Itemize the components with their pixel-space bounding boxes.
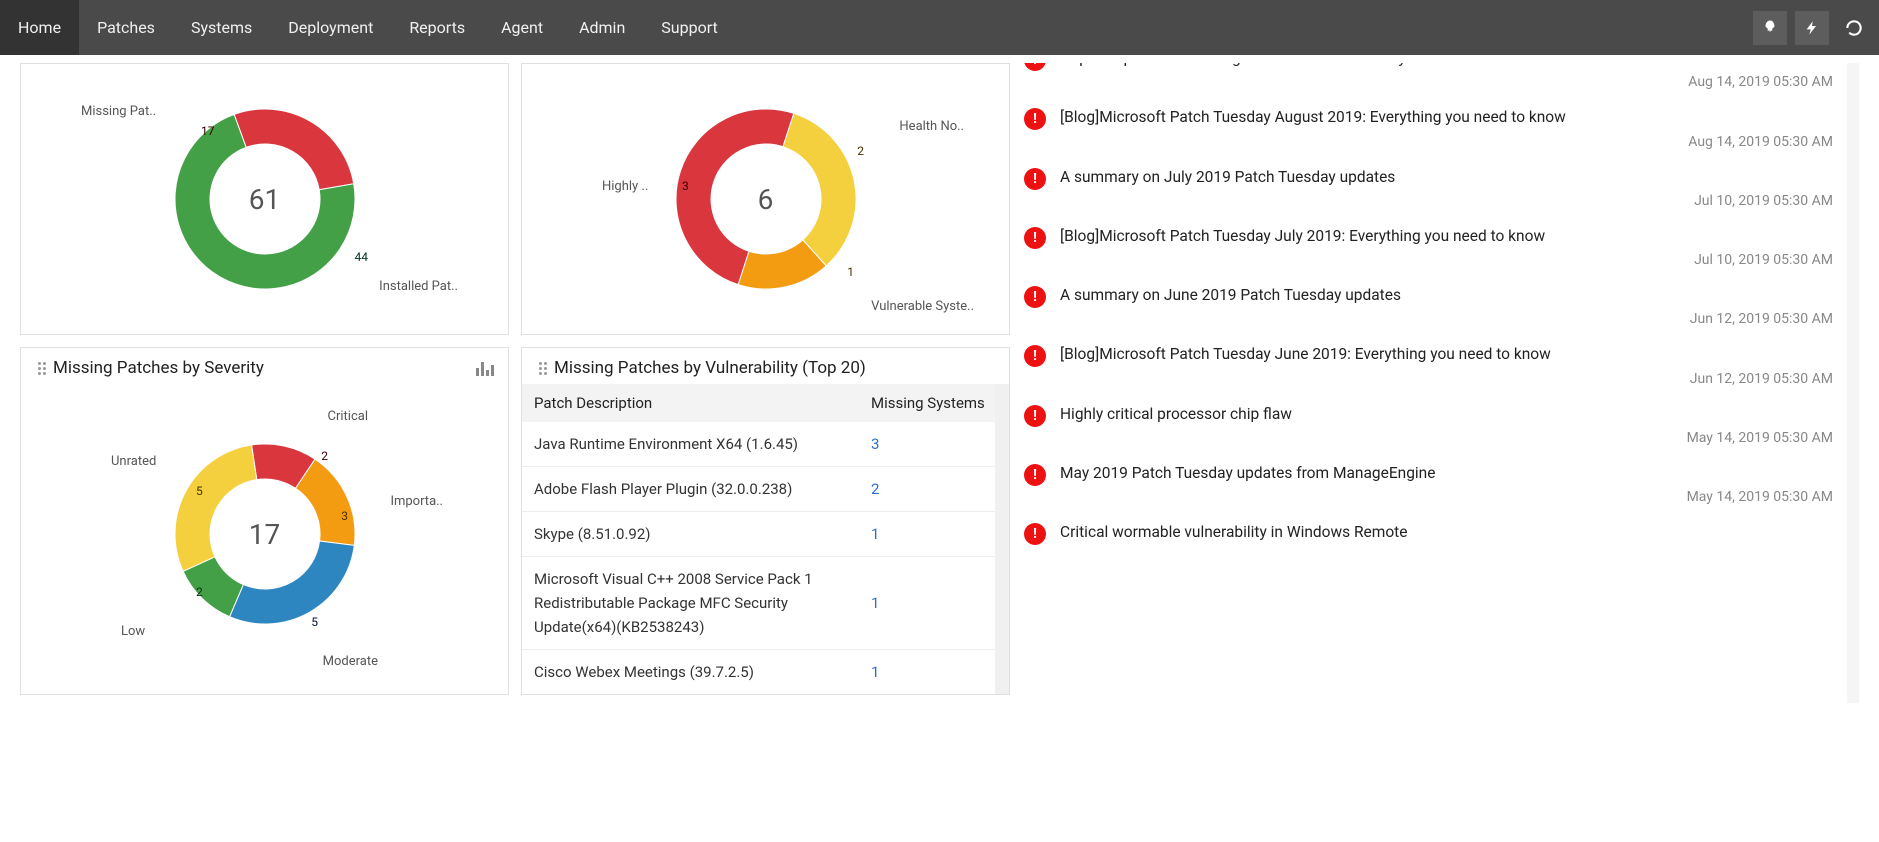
rocket-icon[interactable] [1753, 11, 1787, 45]
nav-reports[interactable]: Reports [391, 0, 483, 55]
feed-date: Aug 14, 2019 05:30 AM [1060, 134, 1833, 150]
nav-deployment[interactable]: Deployment [270, 0, 391, 55]
news-feed[interactable]: ! A quick update on the August 2019 Patc… [1024, 63, 1833, 703]
patch-status-card: 61Missing Pat..Installed Pat..1744 [20, 63, 509, 335]
feed-item[interactable]: ! [Blog]Microsoft Patch Tuesday June 201… [1024, 333, 1833, 392]
patch-status-chart: 61Missing Pat..Installed Pat..1744 [21, 64, 508, 334]
system-health-card: 6Highly ..Health No..Vulnerable Syste..3… [521, 63, 1010, 335]
feed-title: A summary on June 2019 Patch Tuesday upd… [1060, 284, 1833, 307]
feed-title: A summary on July 2019 Patch Tuesday upd… [1060, 166, 1833, 189]
feed-item[interactable]: ! A summary on June 2019 Patch Tuesday u… [1024, 274, 1833, 333]
alert-icon: ! [1024, 464, 1046, 486]
feed-date: Jun 12, 2019 05:30 AM [1060, 371, 1833, 387]
alert-icon: ! [1024, 168, 1046, 190]
patch-desc: Java Runtime Environment X64 (1.6.45) [522, 422, 859, 467]
table-row[interactable]: Adobe Flash Player Plugin (32.0.0.238)2 [522, 467, 1009, 512]
table-row[interactable]: Cisco Webex Meetings (39.7.2.5)1 [522, 650, 1009, 695]
nav-agent[interactable]: Agent [483, 0, 561, 55]
patch-desc: Adobe Flash Player Plugin (32.0.0.238) [522, 467, 859, 512]
vuln-title: Missing Patches by Vulnerability (Top 20… [554, 358, 866, 378]
table-row[interactable]: Microsoft Visual C++ 2008 Service Pack 1… [522, 557, 1009, 650]
feed-date: Jul 10, 2019 05:30 AM [1060, 193, 1833, 209]
alert-icon: ! [1024, 227, 1046, 249]
nav-systems[interactable]: Systems [173, 0, 270, 55]
alert-icon: ! [1024, 345, 1046, 367]
table-row[interactable]: Java Runtime Environment X64 (1.6.45)3 [522, 422, 1009, 467]
feed-item[interactable]: ! A summary on July 2019 Patch Tuesday u… [1024, 156, 1833, 215]
missing-count[interactable]: 1 [859, 557, 1009, 650]
nav-icons [1753, 11, 1871, 45]
feed-title: [Blog]Microsoft Patch Tuesday June 2019:… [1060, 343, 1833, 366]
feed-item[interactable]: ! [Blog]Microsoft Patch Tuesday July 201… [1024, 215, 1833, 274]
alert-icon: ! [1024, 286, 1046, 308]
missing-count[interactable]: 1 [859, 650, 1009, 695]
alert-icon: ! [1024, 523, 1046, 545]
alert-icon: ! [1024, 108, 1046, 130]
feed-date: Aug 14, 2019 05:30 AM [1060, 74, 1833, 90]
nav-items: HomePatchesSystemsDeploymentReportsAgent… [0, 0, 736, 55]
drag-handle-icon[interactable] [534, 361, 546, 375]
feed-item[interactable]: ! [Blog]Microsoft Patch Tuesday August 2… [1024, 96, 1833, 155]
severity-title: Missing Patches by Severity [53, 358, 264, 378]
feed-title: [Blog]Microsoft Patch Tuesday August 201… [1060, 106, 1833, 129]
severity-chart: 17CriticalImporta..ModerateLowUnrated235… [21, 384, 508, 684]
nav-support[interactable]: Support [643, 0, 735, 55]
patch-desc: Skype (8.51.0.92) [522, 512, 859, 557]
feed-title: Critical wormable vulnerability in Windo… [1060, 521, 1833, 544]
severity-card: Missing Patches by Severity 17CriticalIm… [20, 347, 509, 695]
feed-date: Jun 12, 2019 05:30 AM [1060, 311, 1833, 327]
drag-handle-icon[interactable] [33, 361, 45, 375]
patch-desc: Cisco Webex Meetings (39.7.2.5) [522, 650, 859, 695]
bar-chart-icon[interactable] [476, 360, 496, 376]
col-desc[interactable]: Patch Description [522, 384, 859, 422]
feed-item[interactable]: ! May 2019 Patch Tuesday updates from Ma… [1024, 452, 1833, 511]
feed-title: May 2019 Patch Tuesday updates from Mana… [1060, 462, 1833, 485]
feed-item[interactable]: ! Highly critical processor chip flaw Ma… [1024, 393, 1833, 452]
lightning-icon[interactable] [1795, 11, 1829, 45]
feed-title: [Blog]Microsoft Patch Tuesday July 2019:… [1060, 225, 1833, 248]
vulnerability-card: Missing Patches by Vulnerability (Top 20… [521, 347, 1010, 695]
feed-item[interactable]: ! A quick update on the August 2019 Patc… [1024, 63, 1833, 96]
page-scrollbar[interactable] [1847, 63, 1859, 703]
feed-date: May 14, 2019 05:30 AM [1060, 489, 1833, 505]
alert-icon: ! [1024, 405, 1046, 427]
missing-count[interactable]: 3 [859, 422, 1009, 467]
alert-icon: ! [1024, 63, 1046, 71]
refresh-icon[interactable] [1837, 11, 1871, 45]
top-nav: HomePatchesSystemsDeploymentReportsAgent… [0, 0, 1879, 55]
system-health-chart: 6Highly ..Health No..Vulnerable Syste..3… [522, 64, 1009, 334]
col-missing[interactable]: Missing Systems [859, 384, 1009, 422]
nav-patches[interactable]: Patches [79, 0, 173, 55]
feed-title: A quick update on the August 2019 Patch … [1060, 63, 1833, 70]
vuln-table: Patch Description Missing Systems Java R… [522, 384, 1009, 694]
table-row[interactable]: Skype (8.51.0.92)1 [522, 512, 1009, 557]
feed-item[interactable]: ! Critical wormable vulnerability in Win… [1024, 511, 1833, 551]
missing-count[interactable]: 1 [859, 512, 1009, 557]
feed-title: Highly critical processor chip flaw [1060, 403, 1833, 426]
nav-admin[interactable]: Admin [561, 0, 643, 55]
feed-date: Jul 10, 2019 05:30 AM [1060, 252, 1833, 268]
patch-desc: Microsoft Visual C++ 2008 Service Pack 1… [522, 557, 859, 650]
nav-home[interactable]: Home [0, 0, 79, 55]
feed-date: May 14, 2019 05:30 AM [1060, 430, 1833, 446]
scrollbar[interactable] [995, 384, 1009, 694]
missing-count[interactable]: 2 [859, 467, 1009, 512]
